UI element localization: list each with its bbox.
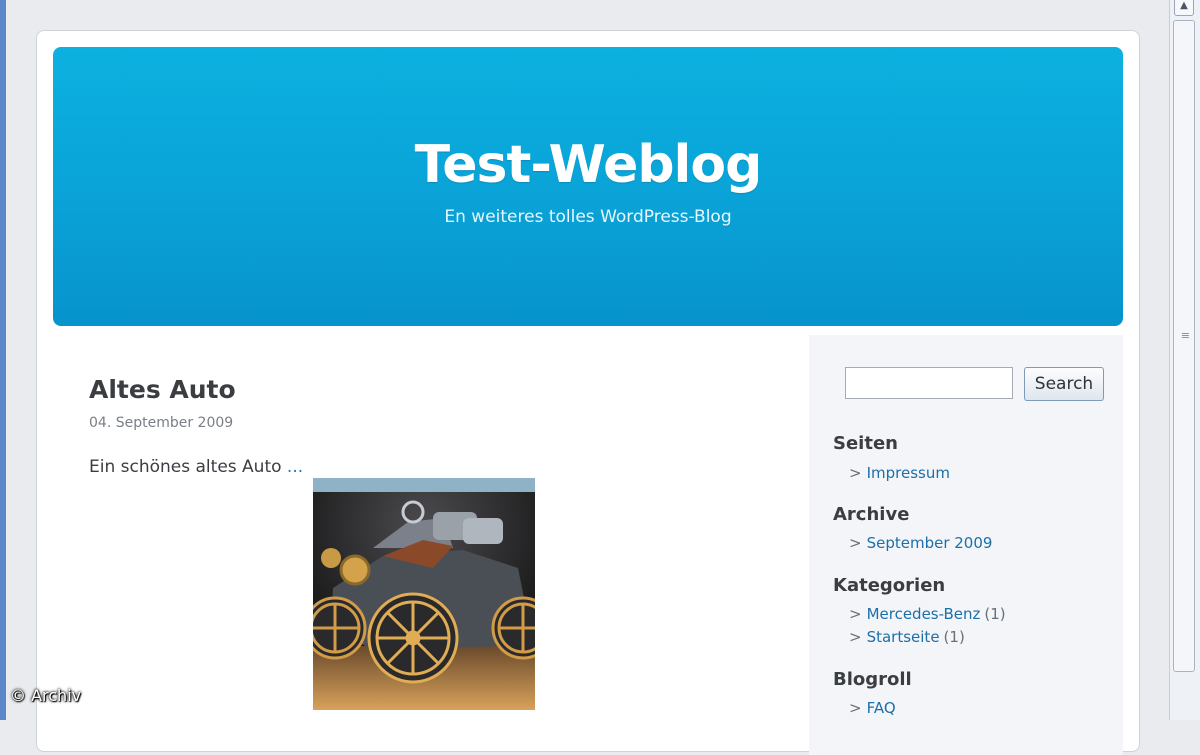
bullet-arrow-icon: > bbox=[849, 534, 862, 552]
window-border bbox=[0, 0, 6, 720]
list-item: > FAQ bbox=[849, 697, 896, 720]
bullet-arrow-icon: > bbox=[849, 605, 862, 623]
scroll-up-arrow-icon[interactable]: ▲ bbox=[1174, 0, 1194, 16]
vertical-scrollbar[interactable]: ▲ ≡ bbox=[1169, 0, 1200, 720]
site-title[interactable]: Test-Weblog bbox=[53, 47, 1123, 195]
link-startseite[interactable]: Startseite bbox=[867, 628, 940, 646]
list-item: > Mercedes-Benz (1) bbox=[849, 603, 1006, 626]
link-impressum[interactable]: Impressum bbox=[867, 464, 950, 482]
post-excerpt-text: Ein schönes altes Auto bbox=[89, 457, 282, 477]
scrollbar-grip-icon: ≡ bbox=[1180, 329, 1190, 342]
widget-list-seiten: > Impressum bbox=[849, 462, 950, 485]
main-content: Altes Auto 04. September 2009 Ein schöne… bbox=[53, 335, 809, 755]
widget-title-archive: Archive bbox=[833, 504, 910, 525]
vintage-car-image[interactable] bbox=[313, 478, 535, 710]
scrollbar-thumb[interactable] bbox=[1173, 20, 1195, 672]
bullet-arrow-icon: > bbox=[849, 464, 862, 482]
link-mercedes-benz[interactable]: Mercedes-Benz bbox=[867, 605, 981, 623]
widget-title-seiten: Seiten bbox=[833, 433, 898, 454]
list-item: > Impressum bbox=[849, 462, 950, 485]
sidebar: Search Seiten > Impressum Archive > Septem… bbox=[809, 335, 1123, 755]
list-item: > September 2009 bbox=[849, 532, 992, 555]
site-header: Test-Weblog En weiteres tolles WordPress… bbox=[53, 47, 1123, 326]
widget-title-blogroll: Blogroll bbox=[833, 669, 912, 690]
post-count: (1) bbox=[984, 605, 1006, 623]
read-more-link[interactable]: ... bbox=[282, 457, 303, 477]
vintage-car-photo-icon bbox=[313, 478, 535, 710]
widget-title-kategorien: Kategorien bbox=[833, 575, 946, 596]
widget-list-blogroll: > FAQ bbox=[849, 697, 896, 720]
blog-page: Test-Weblog En weiteres tolles WordPress… bbox=[36, 30, 1140, 755]
widget-list-kategorien: > Mercedes-Benz (1) > Startseite (1) bbox=[849, 603, 1006, 649]
link-faq[interactable]: FAQ bbox=[867, 699, 896, 717]
post-count: (1) bbox=[943, 628, 965, 646]
search-button[interactable]: Search bbox=[1024, 367, 1104, 401]
post-date: 04. September 2009 bbox=[89, 415, 234, 431]
copyright-watermark: © Archiv bbox=[10, 686, 82, 705]
site-description: En weiteres tolles WordPress-Blog bbox=[444, 207, 732, 227]
list-item: > Startseite (1) bbox=[849, 626, 1006, 649]
post-excerpt: Ein schönes altes Auto ... bbox=[89, 457, 303, 477]
post-title[interactable]: Altes Auto bbox=[89, 375, 236, 404]
widget-list-archive: > September 2009 bbox=[849, 532, 992, 555]
link-september-2009[interactable]: September 2009 bbox=[867, 534, 993, 552]
search-input[interactable] bbox=[845, 367, 1013, 399]
bullet-arrow-icon: > bbox=[849, 628, 862, 646]
bullet-arrow-icon: > bbox=[849, 699, 862, 717]
